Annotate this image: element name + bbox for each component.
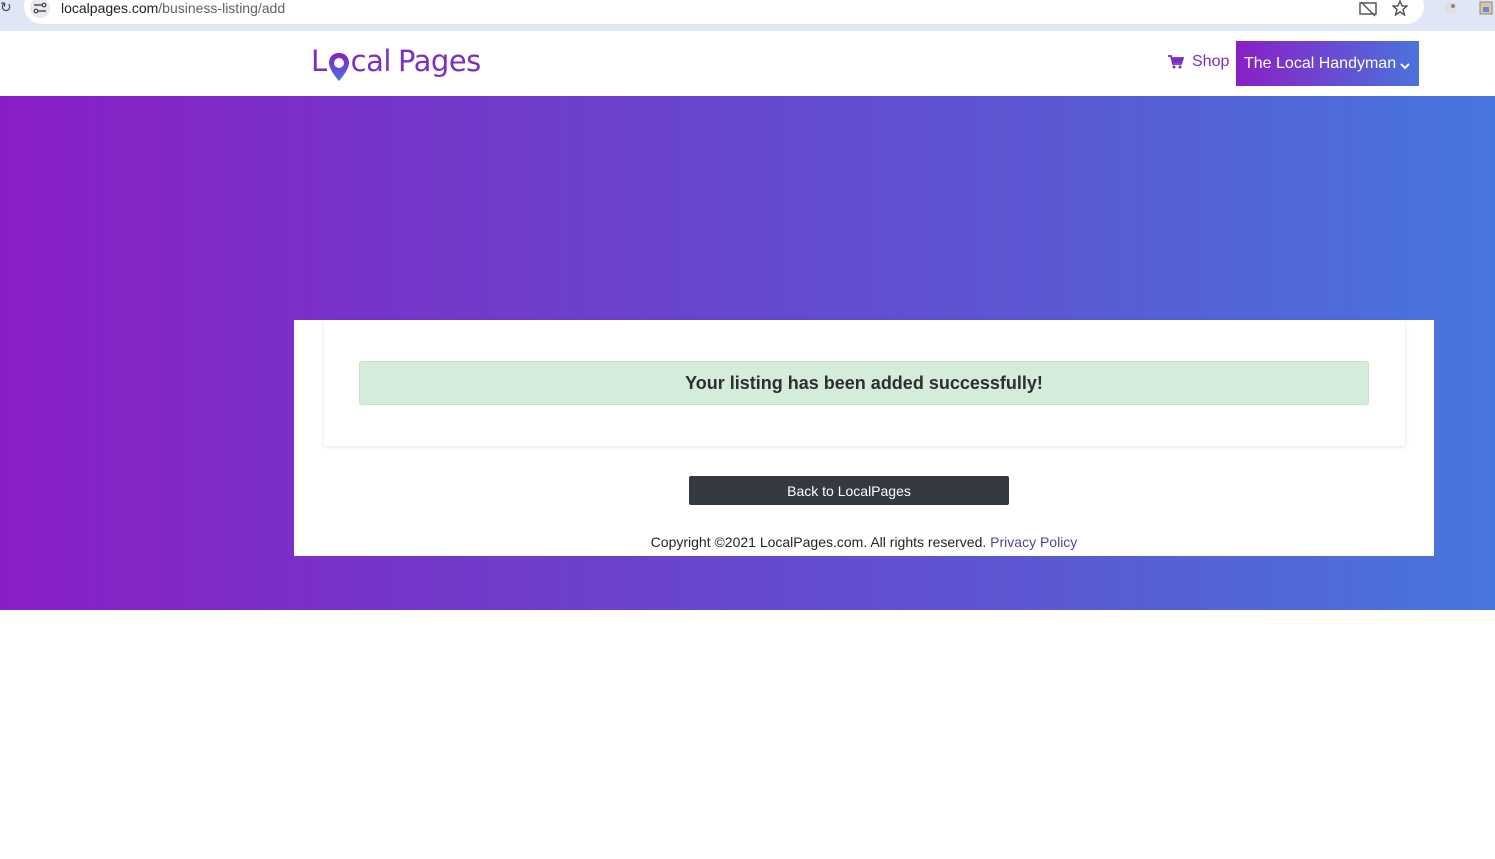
reload-icon[interactable]: ↻	[0, 0, 12, 16]
copyright-text: Copyright ©2021 LocalPages.com. All righ…	[650, 534, 991, 550]
user-menu-label: The Local Handyman	[1244, 54, 1397, 72]
status-card: Your listing has been added successfully…	[324, 320, 1405, 446]
content-panel: Your listing has been added successfully…	[294, 320, 1434, 556]
browser-toolbar: ↻ localpages.com/business-listing/add	[0, 0, 1495, 31]
success-message: Your listing has been added successfully…	[685, 372, 1043, 393]
site-header: L cal Pages Shop The Local Handyman	[0, 31, 1495, 96]
extension-icon[interactable]	[1478, 0, 1494, 21]
footer: Copyright ©2021 LocalPages.com. All righ…	[294, 534, 1434, 550]
success-alert: Your listing has been added successfully…	[359, 361, 1369, 405]
extension-icon[interactable]	[1443, 0, 1459, 21]
back-to-localpages-button[interactable]: Back to LocalPages	[689, 476, 1009, 505]
cart-icon	[1168, 55, 1184, 69]
shop-link[interactable]: Shop	[1168, 53, 1229, 71]
user-menu-dropdown[interactable]: The Local Handyman	[1236, 41, 1419, 86]
url-text[interactable]: localpages.com/business-listing/add	[61, 0, 285, 16]
chevron-down-icon	[1400, 62, 1410, 69]
bookmark-star-icon[interactable]	[1391, 0, 1409, 21]
privacy-policy-link[interactable]: Privacy Policy	[990, 534, 1077, 550]
map-pin-icon	[327, 41, 351, 81]
shop-label: Shop	[1192, 53, 1230, 70]
localpages-logo[interactable]: L cal Pages	[311, 41, 481, 85]
cast-blocked-icon[interactable]	[1359, 1, 1377, 22]
